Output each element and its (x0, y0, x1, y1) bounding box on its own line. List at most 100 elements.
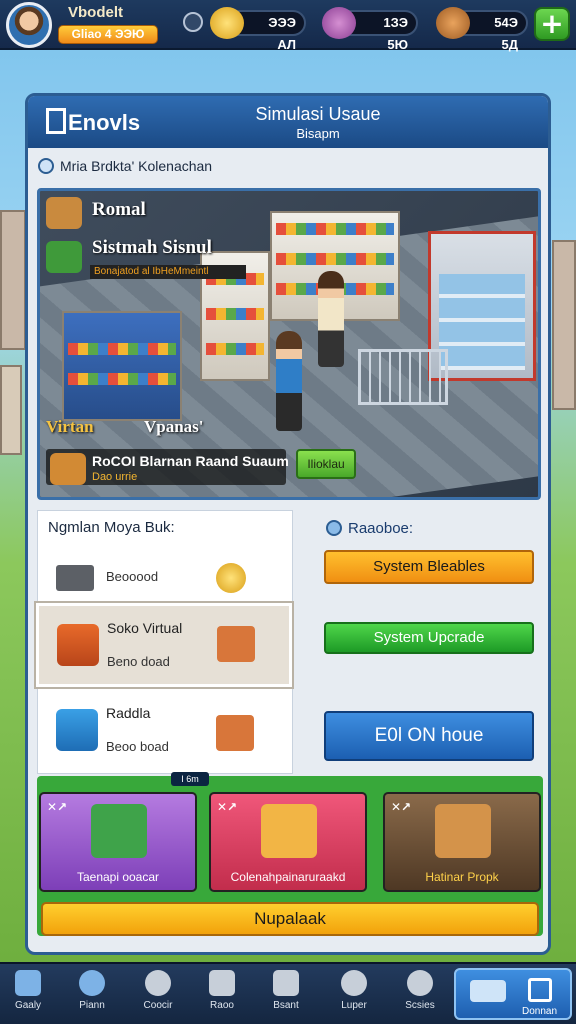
cash-icon (46, 241, 82, 273)
calendar-icon (209, 970, 235, 996)
scene-label-2: Sistmah Sisnul (92, 237, 212, 258)
clock-icon (341, 970, 367, 996)
category-label: Colenahpainaruraakd (230, 870, 346, 884)
nav-label: Raoo (210, 1000, 234, 1011)
potion-icon (322, 7, 356, 39)
scene-label-1: Romal (92, 199, 146, 220)
list-title: Ngmlan Moya Buk: (48, 519, 175, 536)
product-list: Ngmlan Moya Buk: Beooood Soko Virtual Be… (36, 510, 294, 775)
scene-label-3b: Vpanas' (144, 417, 204, 436)
info-line-text: Mria Brdkta' Kolenachan (60, 158, 213, 174)
category-card-purple[interactable]: ✕↗ Taenapi ooacar (39, 792, 197, 892)
add-currency-button[interactable]: + (534, 7, 570, 41)
nav-item-settings[interactable]: Scsies (392, 968, 448, 1022)
top-bar: Vbodelt Gliao 4 ЭЭЮ ЭЭЭ АЛ 1ЗЭ 5Ю 54Э 5Д… (0, 0, 576, 52)
scene-label-3-text: Virtan (46, 417, 94, 436)
home-icon (15, 970, 41, 996)
nav-item-search[interactable]: Piann (64, 968, 120, 1022)
nav-label: Luper (341, 1000, 367, 1011)
shelf-row (206, 308, 264, 320)
shelf-row (276, 253, 394, 265)
shelf-row (68, 343, 176, 355)
scene-label-3: Virtan (46, 417, 94, 437)
blue-action-button[interactable]: E0l ON houe (324, 711, 534, 761)
player-level-badge: Gliao 4 ЭЭЮ (58, 25, 158, 44)
resource-gold-value: ЭЭЭ АЛ (268, 15, 296, 52)
category-label: Taenapi ooacar (76, 870, 160, 884)
category-label: Hatinar Propk (425, 870, 499, 884)
list-item-sub: Beoo boad (106, 739, 169, 754)
brand-text: Enovls (68, 110, 141, 135)
category-card-red[interactable]: ✕↗ Colenahpainaruraakd (209, 792, 367, 892)
nav-item-build[interactable]: Bsant (258, 968, 314, 1022)
nav-item-home[interactable]: Gaaly (0, 968, 56, 1022)
list-item-selected[interactable]: Soko Virtual Beno doad (36, 603, 292, 687)
list-item-sub: Beooood (106, 569, 159, 584)
gift-box-icon (261, 804, 317, 858)
scene-label-2-sub: Bonajatod al IbHeMmeintl (90, 265, 246, 279)
nav-item-globe[interactable]: Coocir (130, 968, 186, 1022)
brand-logo: Enovls (46, 108, 140, 136)
device-icon (56, 565, 94, 591)
gear-icon (407, 970, 433, 996)
resource-bread-value: 54Э 5Д (494, 15, 518, 52)
handshake-icon (470, 980, 506, 1002)
gold-bar-icon (210, 7, 244, 39)
nav-item-calendar[interactable]: Raoo (194, 968, 250, 1022)
clock-icon (38, 158, 54, 174)
nav-label: Piann (79, 1000, 105, 1011)
nav-label: Gaaly (14, 1000, 42, 1011)
list-item-sub: Beno doad (107, 654, 170, 669)
crate-icon (217, 626, 255, 662)
system-bleables-button[interactable]: System Bleables (324, 550, 534, 584)
list-item[interactable]: Raddla Beoo boad (38, 691, 294, 775)
strip-subtitle: Dao urrie (92, 471, 138, 483)
fridge-glass (439, 274, 525, 370)
building (0, 365, 22, 455)
shopping-cart (358, 349, 448, 405)
category-area: I 6m ✕↗ Taenapi ooacar ✕↗ Colenahpainaru… (37, 772, 543, 936)
store-scene[interactable]: Romal Sistmah Sisnul Bonajatod al IbHeMm… (37, 188, 541, 500)
resource-potion[interactable]: 1ЗЭ 5Ю (322, 7, 418, 52)
scene-action-button[interactable]: Ilioklau (296, 449, 356, 479)
panel-header: Enovls Simulasi Usaue Bisapm (28, 96, 548, 148)
resource-bread[interactable]: 54Э 5Д (436, 7, 528, 52)
list-item-name: Raddla (106, 705, 151, 721)
system-upgrade-button[interactable]: System Upcrade (324, 622, 534, 654)
magnifier-icon (216, 563, 246, 593)
box-icon (50, 453, 86, 485)
category-mark: ✕↗ (391, 800, 412, 814)
category-card-brown[interactable]: ✕↗ Hatinar Propk (383, 792, 541, 892)
produce-crate-icon (435, 804, 491, 858)
nav-label: Bsant (273, 1000, 299, 1011)
nav-highlight-label: Donnan (522, 1006, 558, 1017)
main-panel: Enovls Simulasi Usaue Bisapm Mria Brdkta… (25, 93, 551, 955)
coin-icon (183, 12, 203, 32)
resource-gold[interactable]: ЭЭЭ АЛ (210, 7, 306, 52)
player-name: Vbodelt (68, 4, 123, 21)
display-stand (62, 311, 182, 421)
search-icon (79, 970, 105, 996)
right-title: Raaoboe: (326, 520, 413, 537)
building (552, 240, 576, 410)
nav-highlight-button[interactable]: Donnan (454, 968, 572, 1020)
info-icon (326, 520, 342, 536)
category-tab[interactable]: I 6m (171, 772, 209, 786)
category-mark: ✕↗ (47, 800, 68, 814)
hammer-icon (273, 970, 299, 996)
bottom-nav: Gaaly Piann Coocir Raoo Bsant Luper Scsi… (0, 962, 576, 1024)
main-action-button[interactable]: Nupalaak (41, 902, 539, 936)
nav-label: Coocir (143, 1000, 173, 1011)
resource-potion-value: 1ЗЭ 5Ю (383, 15, 408, 52)
shelf-row (276, 223, 394, 235)
window-icon (528, 978, 552, 1002)
list-item-name: Soko Virtual (107, 620, 183, 636)
shelf-row (68, 373, 176, 385)
cart-icon (91, 804, 147, 858)
globe-icon (145, 970, 171, 996)
nav-item-clock[interactable]: Luper (326, 968, 382, 1022)
package-icon (46, 197, 82, 229)
bread-icon (436, 7, 470, 39)
player-avatar[interactable] (6, 2, 52, 48)
basket-icon (56, 709, 98, 751)
